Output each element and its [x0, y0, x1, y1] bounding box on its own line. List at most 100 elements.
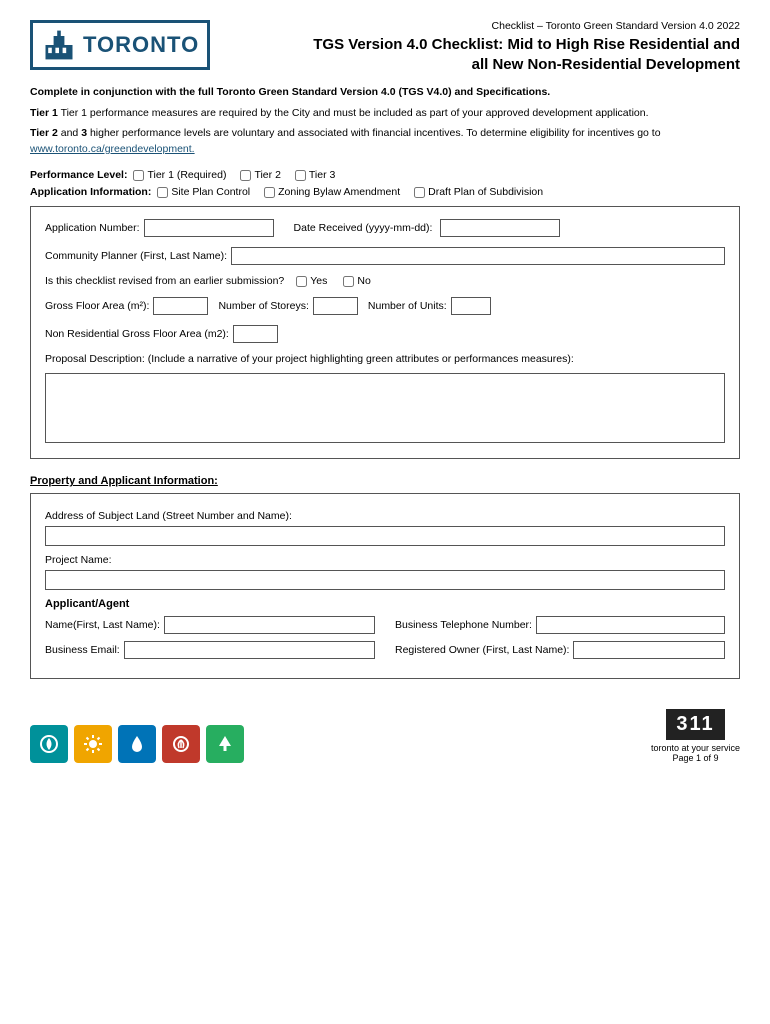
applicant-title: Applicant/Agent	[45, 598, 725, 610]
header-title: TGS Version 4.0 Checklist: Mid to High R…	[230, 35, 740, 74]
site-plan-item: Site Plan Control	[157, 186, 250, 198]
property-section-title: Property and Applicant Information:	[30, 475, 740, 487]
performance-section: Performance Level: Tier 1 (Required) Tie…	[30, 169, 740, 198]
sun-icon	[82, 733, 104, 755]
zoning-item: Zoning Bylaw Amendment	[264, 186, 400, 198]
nonres-label: Non Residential Gross Floor Area (m2):	[45, 328, 229, 340]
performance-level-row: Performance Level: Tier 1 (Required) Tie…	[30, 169, 740, 181]
revised-label: Is this checklist revised from an earlie…	[45, 275, 284, 287]
business-tel-label: Business Telephone Number:	[395, 619, 532, 631]
address-label: Address of Subject Land (Street Number a…	[45, 510, 725, 522]
gfa-item: Gross Floor Area (m²):	[45, 297, 208, 315]
toronto-logo-icon	[41, 27, 77, 63]
gfa-row: Gross Floor Area (m²): Number of Storeys…	[45, 297, 725, 343]
header-subtitle: Checklist – Toronto Green Standard Versi…	[230, 20, 740, 32]
tree-icon	[214, 733, 236, 755]
blue-icon	[118, 725, 156, 763]
proposal-textarea[interactable]	[45, 373, 725, 443]
units-label: Number of Units:	[368, 300, 447, 312]
page-header: TORONTO Checklist – Toronto Green Standa…	[30, 20, 740, 74]
footer-right: 311 toronto at your service Page 1 of 9	[651, 709, 740, 763]
tier1-checkbox-item: Tier 1 (Required)	[133, 169, 226, 181]
app-info-label: Application Information:	[30, 186, 151, 198]
nonres-input[interactable]	[233, 325, 278, 343]
reg-owner-label: Registered Owner (First, Last Name):	[395, 644, 569, 656]
tier2-checkbox-item: Tier 2	[240, 169, 280, 181]
logo-area: TORONTO	[30, 20, 210, 70]
intro-section: Complete in conjunction with the full To…	[30, 86, 740, 157]
main-form-box: Application Number: Date Received (yyyy-…	[30, 206, 740, 459]
tier1-label: Tier 1 (Required)	[147, 169, 226, 181]
app-num-row: Application Number: Date Received (yyyy-…	[45, 219, 725, 237]
name-col: Name(First, Last Name):	[45, 616, 375, 634]
green-dev-link[interactable]: www.toronto.ca/greendevelopment.	[30, 143, 195, 155]
storeys-label: Number of Storeys:	[218, 300, 308, 312]
water-icon	[126, 733, 148, 755]
zoning-checkbox[interactable]	[264, 187, 275, 198]
tier3-checkbox[interactable]	[295, 170, 306, 181]
yes-label: Yes	[310, 275, 327, 287]
yellow-icon	[74, 725, 112, 763]
tier2-label: Tier 2	[254, 169, 280, 181]
name-input[interactable]	[164, 616, 375, 634]
intro-bold: Complete in conjunction with the full To…	[30, 86, 740, 98]
page-footer: 311 toronto at your service Page 1 of 9	[30, 699, 740, 763]
address-input[interactable]	[45, 526, 725, 546]
zoning-label: Zoning Bylaw Amendment	[278, 186, 400, 198]
draft-plan-item: Draft Plan of Subdivision	[414, 186, 543, 198]
storeys-input[interactable]	[313, 297, 358, 315]
header-right: Checklist – Toronto Green Standard Versi…	[210, 20, 740, 74]
no-item: No	[343, 275, 370, 287]
gfa-input[interactable]	[153, 297, 208, 315]
tier3-checkbox-item: Tier 3	[295, 169, 335, 181]
name-phone-row: Name(First, Last Name): Business Telepho…	[45, 616, 725, 634]
date-received-label: Date Received (yyyy-mm-dd):	[294, 222, 433, 234]
phone-col: Business Telephone Number:	[395, 616, 725, 634]
business-email-label: Business Email:	[45, 644, 120, 656]
no-checkbox[interactable]	[343, 276, 354, 287]
reg-owner-input[interactable]	[573, 641, 725, 659]
tier23-text: Tier 2 and 3 higher performance levels a…	[30, 126, 740, 158]
red-icon	[162, 725, 200, 763]
app-num-label: Application Number:	[45, 222, 140, 234]
green-icon	[206, 725, 244, 763]
draft-plan-checkbox[interactable]	[414, 187, 425, 198]
tier3-label: Tier 3	[309, 169, 335, 181]
proposal-section: Proposal Description: (Include a narrati…	[45, 353, 725, 446]
owner-col: Registered Owner (First, Last Name):	[395, 641, 725, 659]
date-received-input[interactable]	[440, 219, 560, 237]
page-service-text: toronto at your service	[651, 743, 740, 753]
project-name-input[interactable]	[45, 570, 725, 590]
yes-checkbox[interactable]	[296, 276, 307, 287]
revised-row: Is this checklist revised from an earlie…	[45, 275, 725, 287]
page-number: Page 1 of 9	[672, 753, 718, 763]
tier-checkbox-group: Tier 1 (Required) Tier 2 Tier 3	[133, 169, 335, 181]
business-email-input[interactable]	[124, 641, 375, 659]
logo-text: TORONTO	[83, 32, 199, 58]
community-planner-row: Community Planner (First, Last Name):	[45, 247, 725, 265]
app-num-input[interactable]	[144, 219, 274, 237]
site-plan-checkbox[interactable]	[157, 187, 168, 198]
yes-item: Yes	[296, 275, 327, 287]
performance-label: Performance Level:	[30, 169, 127, 181]
no-label: No	[357, 275, 370, 287]
gfa-label: Gross Floor Area (m²):	[45, 300, 149, 312]
name-label: Name(First, Last Name):	[45, 619, 160, 631]
tier1-checkbox[interactable]	[133, 170, 144, 181]
tier2-checkbox[interactable]	[240, 170, 251, 181]
proposal-label: Proposal Description: (Include a narrati…	[45, 353, 725, 365]
footer-icons	[30, 725, 244, 763]
email-owner-row: Business Email: Registered Owner (First,…	[45, 641, 725, 659]
logo-box: TORONTO	[30, 20, 210, 70]
draft-plan-label: Draft Plan of Subdivision	[428, 186, 543, 198]
tier1-text: Tier 1 Tier 1 performance measures are r…	[30, 106, 740, 122]
units-input[interactable]	[451, 297, 491, 315]
community-planner-label: Community Planner (First, Last Name):	[45, 250, 227, 262]
storeys-item: Number of Storeys:	[218, 297, 357, 315]
app-type-checkbox-group: Site Plan Control Zoning Bylaw Amendment…	[157, 186, 543, 198]
site-plan-label: Site Plan Control	[171, 186, 250, 198]
leaf-icon	[38, 733, 60, 755]
community-planner-input[interactable]	[231, 247, 725, 265]
business-tel-input[interactable]	[536, 616, 725, 634]
teal-icon	[30, 725, 68, 763]
